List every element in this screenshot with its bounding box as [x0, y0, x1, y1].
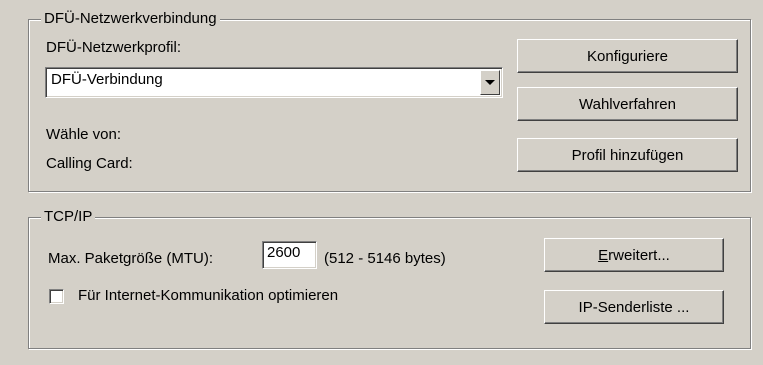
profile-combobox[interactable]: DFÜ-Verbindung	[45, 67, 503, 98]
dial-from-label: Wähle von:	[46, 126, 122, 143]
advanced-button-mnemonic: E	[598, 246, 609, 264]
chevron-down-icon	[485, 80, 495, 85]
optimize-checkbox[interactable]	[49, 289, 64, 304]
advanced-button[interactable]: Erweitert...	[544, 238, 724, 272]
advanced-button-label: rweitert...	[608, 246, 670, 264]
mtu-label: Max. Paketgröße (MTU):	[48, 250, 214, 267]
mtu-input-value: 2600	[267, 244, 301, 261]
tcpip-group: TCP/IP	[28, 208, 751, 349]
profile-dropdown-button[interactable]	[480, 70, 500, 95]
dial-method-button[interactable]: Wahlverfahren	[517, 87, 738, 121]
profile-combobox-value: DFÜ-Verbindung	[51, 71, 163, 88]
mtu-input[interactable]: 2600	[262, 241, 317, 269]
mtu-range-label: (512 - 5146 bytes)	[324, 250, 446, 267]
add-profile-button[interactable]: Profil hinzufügen	[517, 138, 738, 172]
profile-label: DFÜ-Netzwerkprofil:	[46, 39, 182, 56]
calling-card-label: Calling Card:	[46, 155, 133, 172]
configure-button[interactable]: Konfiguriere	[517, 39, 738, 73]
tcpip-group-legend: TCP/IP	[41, 208, 96, 226]
dialup-group-legend: DFÜ-Netzwerkverbindung	[41, 10, 220, 28]
ip-sender-list-button[interactable]: IP-Senderliste ...	[544, 290, 724, 324]
optimize-label[interactable]: Für Internet-Kommunikation optimieren	[78, 287, 338, 305]
